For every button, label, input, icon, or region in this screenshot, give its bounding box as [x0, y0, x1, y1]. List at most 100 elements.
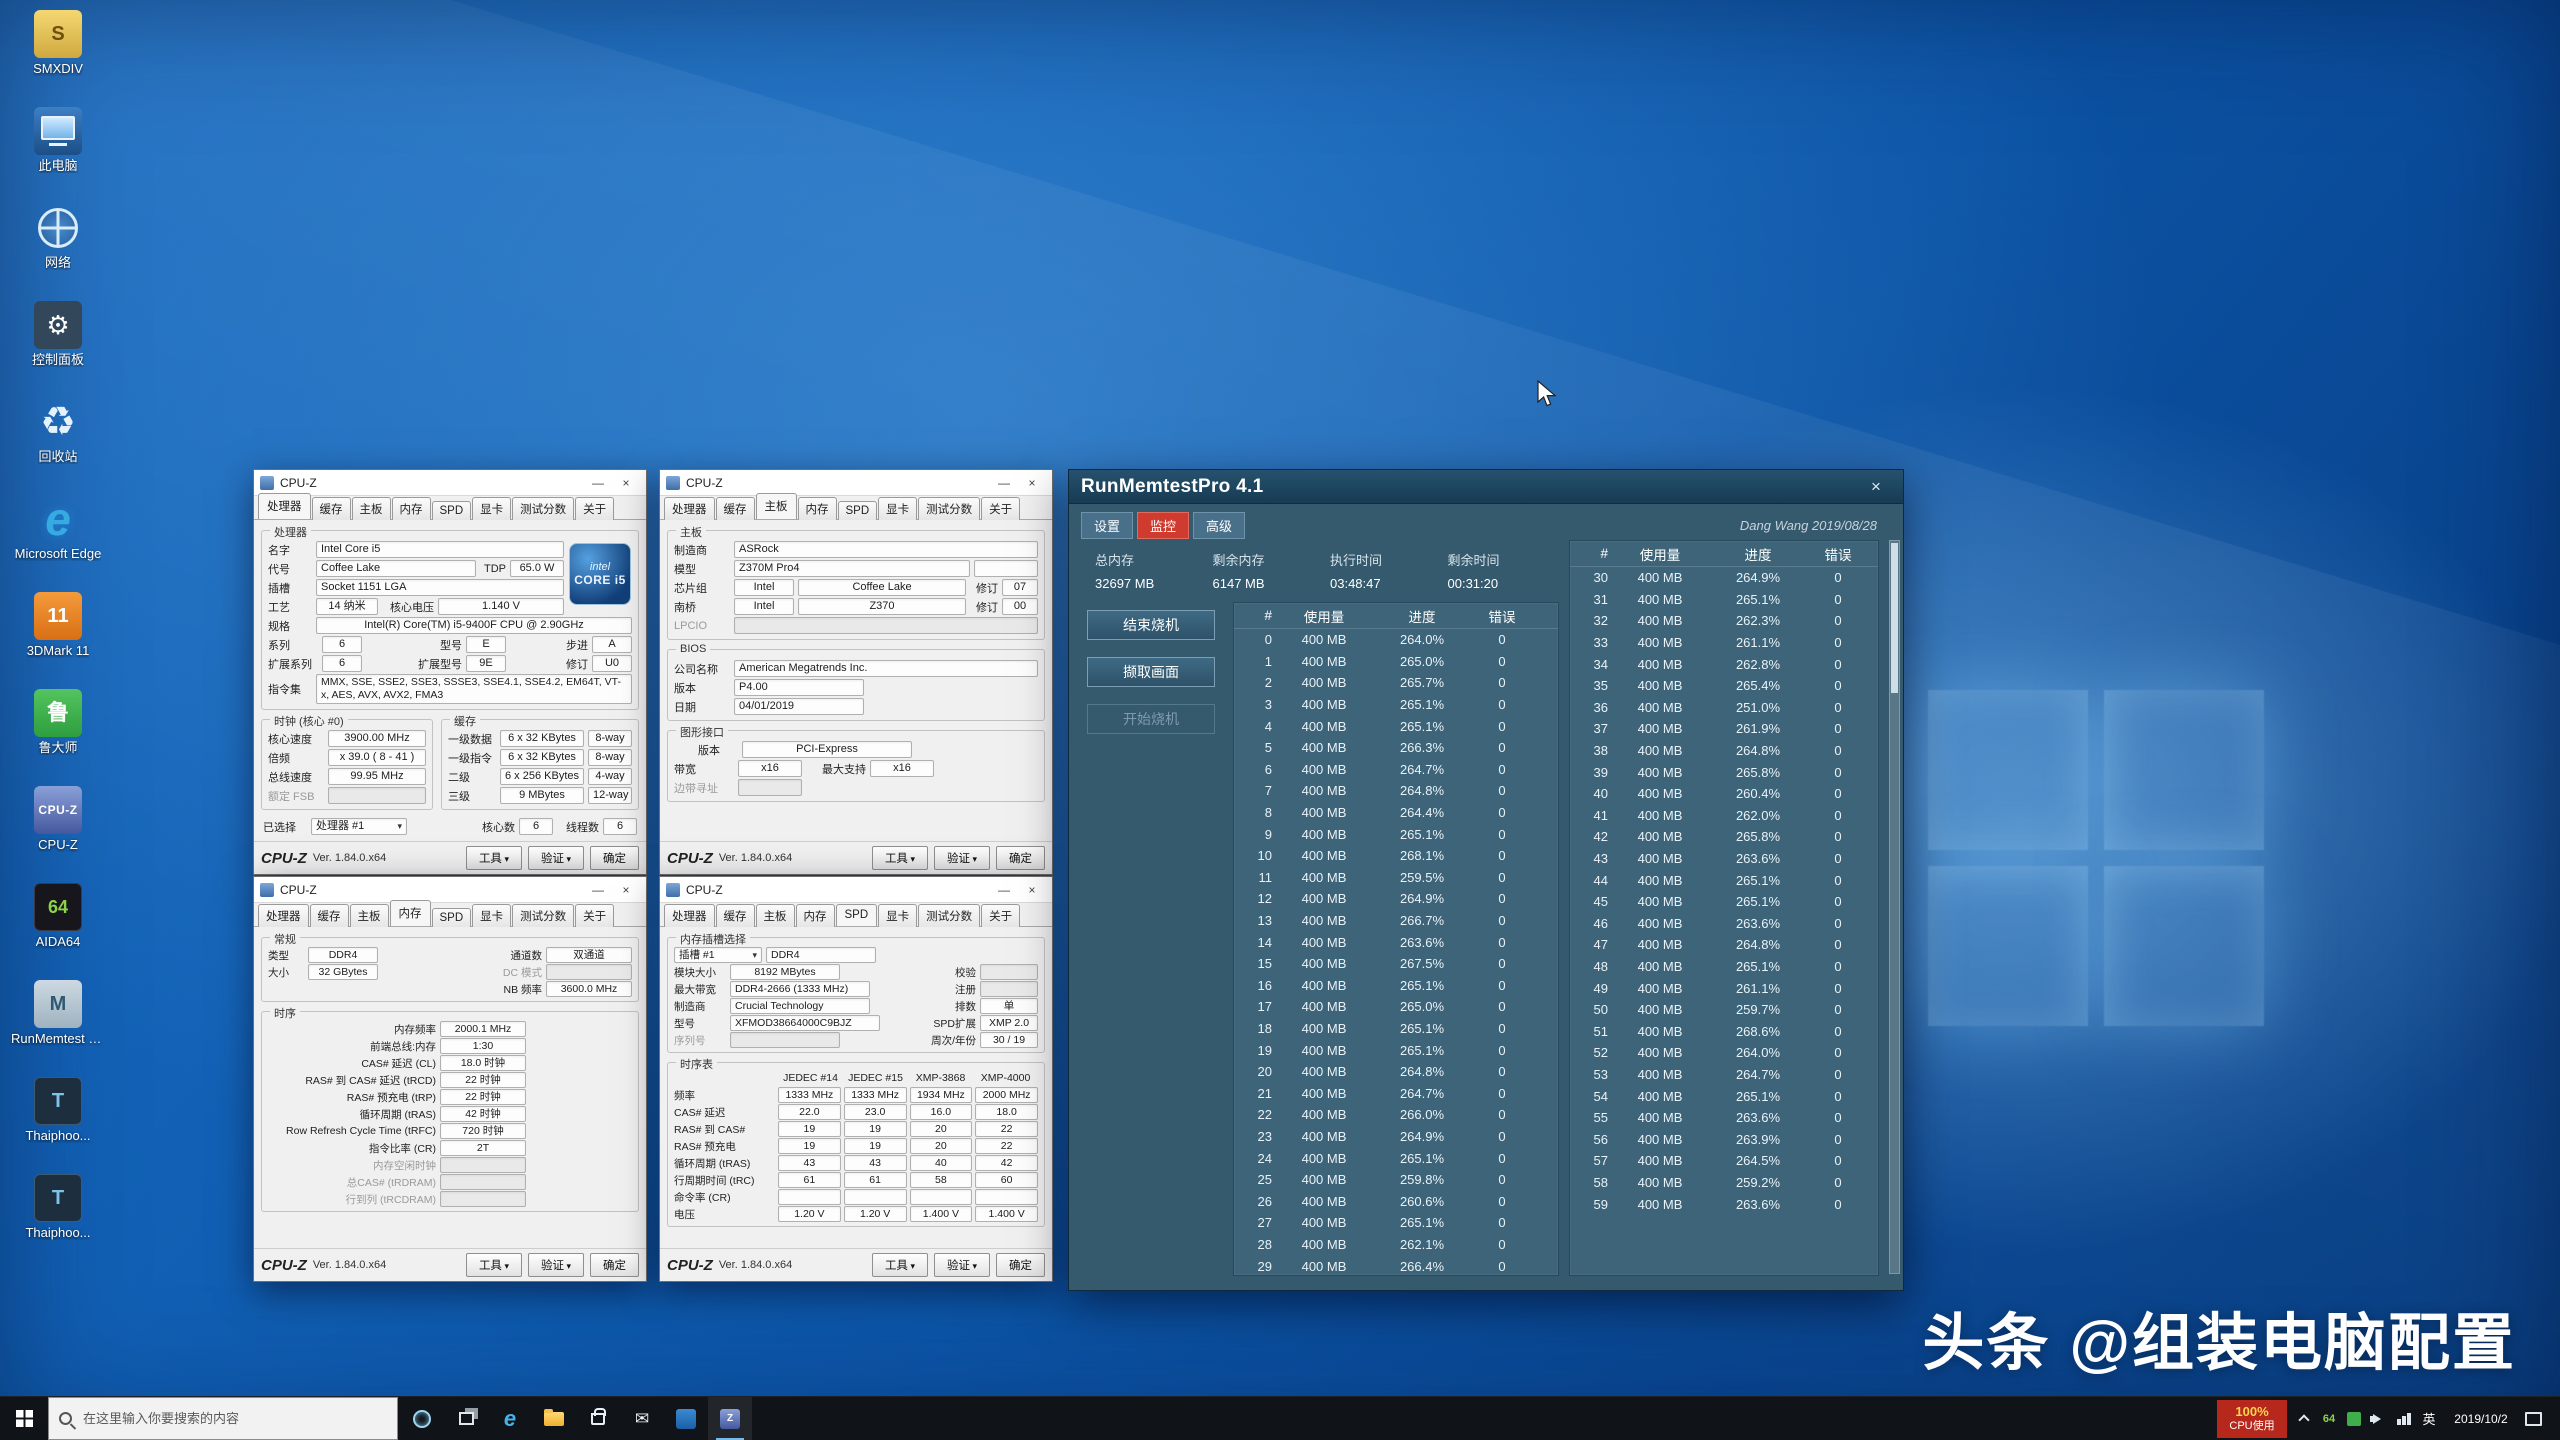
validate-button[interactable]: 验证 [527, 1253, 584, 1277]
tab-monitor[interactable]: 监控 [1137, 511, 1190, 539]
hardware-monitor-tray-icon[interactable] [2346, 1407, 2362, 1431]
tab-显卡[interactable]: 显卡 [878, 904, 918, 927]
tab-测试分数[interactable]: 测试分数 [918, 904, 981, 927]
desktop-icon[interactable]: 11 3DMark 11 [10, 592, 106, 676]
minimize-button[interactable]: — [584, 476, 612, 490]
desktop-icon[interactable]: ♻ 回收站 [10, 398, 106, 482]
desktop-icon[interactable]: 此电脑 [10, 107, 106, 191]
tab-显卡[interactable]: 显卡 [878, 497, 918, 520]
edge-button[interactable]: e [488, 1397, 532, 1440]
desktop-icon[interactable]: 鲁 鲁大师 [10, 689, 106, 773]
tab-内存[interactable]: 内存 [797, 497, 837, 520]
ok-button[interactable]: 确定 [996, 846, 1045, 870]
desktop-icon[interactable]: 网络 [10, 204, 106, 288]
aida64-tray-icon[interactable]: 64 [2321, 1407, 2337, 1431]
tab-关于[interactable]: 关于 [981, 497, 1021, 520]
tab-显卡[interactable]: 显卡 [472, 497, 512, 520]
titlebar[interactable]: CPU-Z — × [254, 470, 646, 496]
tab-缓存[interactable]: 缓存 [309, 904, 349, 927]
tab-关于[interactable]: 关于 [981, 904, 1021, 927]
tab-内存[interactable]: 内存 [391, 497, 431, 520]
tab-主板[interactable]: 主板 [755, 493, 797, 519]
tab-主板[interactable]: 主板 [349, 904, 389, 927]
tab-SPD[interactable]: SPD [837, 501, 878, 520]
close-button[interactable]: × [1018, 883, 1046, 897]
desktop-icon[interactable]: T Thaiphoo... [10, 1174, 106, 1258]
titlebar[interactable]: CPU-Z — × [254, 877, 646, 903]
desktop-icon[interactable]: e Microsoft Edge [10, 495, 106, 579]
validate-button[interactable]: 验证 [933, 846, 990, 870]
tab-缓存[interactable]: 缓存 [311, 497, 351, 520]
scrollbar-thumb[interactable] [1891, 543, 1898, 693]
taskbar-clock[interactable]: 2019/10/2 [2446, 1412, 2516, 1426]
tab-测试分数[interactable]: 测试分数 [918, 497, 981, 520]
store-button[interactable] [576, 1397, 620, 1440]
close-button[interactable]: × [1861, 477, 1891, 497]
tools-button[interactable]: 工具 [871, 846, 928, 870]
tools-button[interactable]: 工具 [465, 846, 522, 870]
app-button-blue[interactable] [664, 1397, 708, 1440]
search-input[interactable] [81, 1410, 387, 1427]
tab-缓存[interactable]: 缓存 [715, 497, 755, 520]
tab-settings[interactable]: 设置 [1081, 511, 1134, 539]
tab-内存[interactable]: 内存 [795, 904, 835, 927]
close-button[interactable]: × [612, 476, 640, 490]
validate-button[interactable]: 验证 [933, 1253, 990, 1277]
tab-advanced[interactable]: 高级 [1193, 511, 1246, 539]
close-button[interactable]: × [1018, 476, 1046, 490]
cpu-usage-badge[interactable]: 100% CPU使用 [2217, 1399, 2287, 1438]
tab-SPD[interactable]: SPD [431, 501, 472, 520]
tray-overflow-button[interactable] [2296, 1407, 2312, 1431]
start-button[interactable] [0, 1397, 48, 1440]
tab-测试分数[interactable]: 测试分数 [512, 904, 575, 927]
minimize-button[interactable]: — [990, 883, 1018, 897]
tab-主板[interactable]: 主板 [755, 904, 795, 927]
action-center-button[interactable] [2525, 1407, 2542, 1431]
mail-button[interactable]: ✉ [620, 1397, 664, 1440]
tools-button[interactable]: 工具 [465, 1253, 522, 1277]
titlebar[interactable]: CPU-Z — × [660, 877, 1052, 903]
titlebar[interactable]: RunMemtestPro 4.1 × [1069, 470, 1903, 504]
desktop-icon[interactable]: S SMXDIV [10, 10, 106, 94]
tab-SPD[interactable]: SPD [431, 908, 472, 927]
minimize-button[interactable]: — [990, 476, 1018, 490]
ok-button[interactable]: 确定 [590, 846, 639, 870]
ok-button[interactable]: 确定 [590, 1253, 639, 1277]
capture-screen-button[interactable]: 撷取画面 [1087, 657, 1215, 687]
tab-处理器[interactable]: 处理器 [258, 493, 311, 519]
tab-内存[interactable]: 内存 [389, 900, 431, 926]
desktop-icon[interactable]: ⚙ 控制面板 [10, 301, 106, 385]
task-view-button[interactable] [444, 1397, 488, 1440]
stop-burnin-button[interactable]: 结束烧机 [1087, 610, 1215, 640]
processor-select[interactable]: 处理器 #1 [311, 818, 407, 835]
desktop-icon[interactable]: CPU-Z CPU-Z [10, 786, 106, 870]
taskbar-search[interactable] [48, 1397, 398, 1440]
tab-测试分数[interactable]: 测试分数 [512, 497, 575, 520]
vertical-scrollbar[interactable] [1889, 540, 1900, 1274]
cpuz-taskbar-button[interactable]: Z [708, 1397, 752, 1440]
tab-处理器[interactable]: 处理器 [258, 904, 309, 927]
cortana-button[interactable] [400, 1397, 444, 1440]
tab-主板[interactable]: 主板 [351, 497, 391, 520]
tab-处理器[interactable]: 处理器 [664, 904, 715, 927]
validate-button[interactable]: 验证 [527, 846, 584, 870]
tab-缓存[interactable]: 缓存 [715, 904, 755, 927]
ok-button[interactable]: 确定 [996, 1253, 1045, 1277]
tab-处理器[interactable]: 处理器 [664, 497, 715, 520]
ime-indicator[interactable]: 英 [2421, 1407, 2437, 1431]
network-button[interactable] [2396, 1407, 2412, 1431]
tab-关于[interactable]: 关于 [575, 904, 615, 927]
tools-button[interactable]: 工具 [871, 1253, 928, 1277]
tab-SPD[interactable]: SPD [835, 904, 878, 926]
desktop-icon[interactable]: T Thaiphoo... [10, 1077, 106, 1161]
desktop-icon[interactable]: 64 AIDA64 [10, 883, 106, 967]
tab-显卡[interactable]: 显卡 [472, 904, 512, 927]
slot-select[interactable]: 插槽 #1 [674, 947, 762, 963]
file-explorer-button[interactable] [532, 1397, 576, 1440]
desktop-icon[interactable]: M RunMemtest Pro [10, 980, 106, 1064]
close-button[interactable]: × [612, 883, 640, 897]
tab-关于[interactable]: 关于 [575, 497, 615, 520]
minimize-button[interactable]: — [584, 883, 612, 897]
volume-button[interactable] [2369, 1407, 2387, 1431]
titlebar[interactable]: CPU-Z — × [660, 470, 1052, 496]
